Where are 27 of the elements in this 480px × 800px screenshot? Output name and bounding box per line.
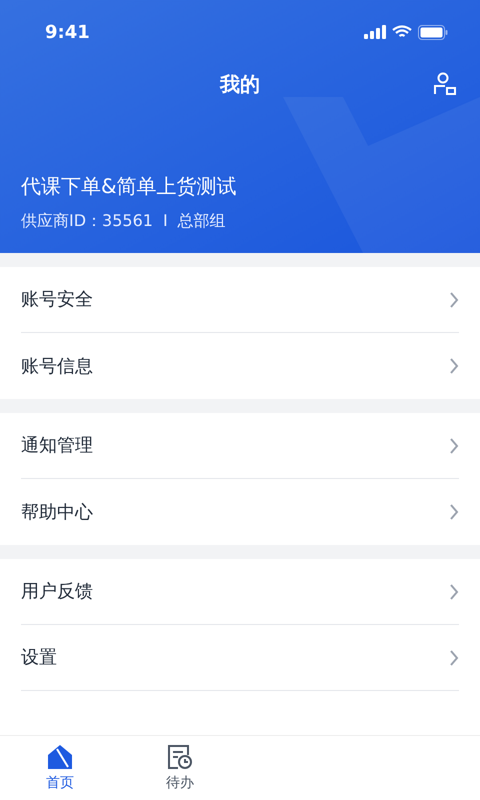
menu-item[interactable]: 账号信息 [21, 333, 459, 399]
group-name: 总部组 [178, 210, 226, 232]
tab-item[interactable]: 待办 [120, 736, 240, 800]
chevron-right-icon [449, 650, 459, 666]
chevron-right-icon [449, 438, 459, 454]
menu-item[interactable]: 用户反馈 [21, 559, 459, 625]
document-clock-icon [166, 742, 194, 770]
menu-item[interactable]: 设置 [21, 625, 459, 691]
user-account-button[interactable] [432, 71, 458, 97]
account-name: 代课下单&简单上货测试 [21, 173, 238, 200]
supplier-id: 供应商ID：35561 [21, 210, 153, 232]
status-time: 9:41 [45, 20, 90, 44]
chevron-right-icon [449, 358, 459, 374]
menu-item[interactable]: 帮助中心 [21, 479, 459, 545]
wifi-icon [392, 25, 412, 39]
menu-item[interactable]: 账号安全 [21, 267, 459, 333]
chevron-right-icon [449, 292, 459, 308]
battery-icon [418, 24, 448, 40]
menu-item[interactable]: 通知管理 [21, 413, 459, 479]
user-card-icon [433, 72, 457, 96]
page-title: 我的 [220, 71, 260, 98]
tab-item[interactable]: 首页 [0, 736, 120, 800]
chevron-right-icon [449, 504, 459, 520]
signal-icon [364, 25, 386, 39]
house-icon [46, 742, 74, 770]
chevron-right-icon [449, 584, 459, 600]
separator-text: I [162, 210, 168, 232]
